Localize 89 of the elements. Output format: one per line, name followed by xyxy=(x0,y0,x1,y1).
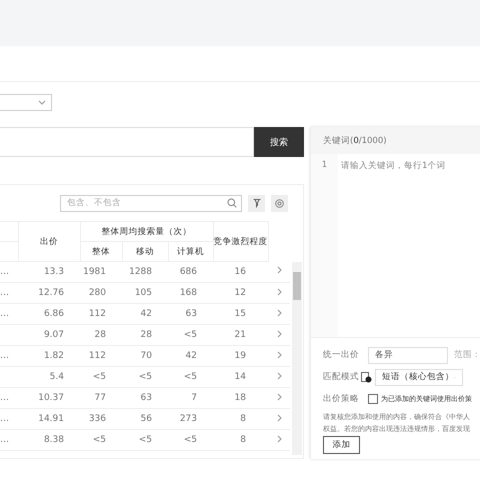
table-cell: <5 xyxy=(168,366,213,388)
field-label: 匹配模式 xyxy=(323,371,359,383)
table-cell: 8 xyxy=(213,408,268,430)
table-cell: 336 xyxy=(80,408,122,430)
bid-field[interactable]: 各异 xyxy=(368,346,448,364)
table-cell: 280 xyxy=(80,282,122,304)
checkbox[interactable] xyxy=(368,394,378,404)
table-cell: 7 xyxy=(168,388,213,408)
info-icon xyxy=(361,372,372,382)
keyword-cell: … xyxy=(0,288,9,298)
table-cell: 21 xyxy=(213,324,268,346)
keyword-editor[interactable]: 1 请输入关键词，每行1个词 xyxy=(311,154,480,338)
chevron-icon[interactable] xyxy=(276,392,282,400)
table-cell: 63 xyxy=(122,388,168,408)
add-button[interactable]: 添加 xyxy=(323,436,360,454)
table-cell: 19 xyxy=(213,346,268,366)
table-cell: <5 xyxy=(122,430,168,450)
table-cell: 10.37 xyxy=(18,388,80,408)
table-cell: 77 xyxy=(80,388,122,408)
table-cell: 6.86 xyxy=(18,304,80,324)
field-label: 出价策略 xyxy=(323,393,360,405)
table-cell: 70 xyxy=(122,346,168,366)
search-field[interactable] xyxy=(0,127,254,157)
table-cell: 1.82 xyxy=(18,346,80,366)
table-cell: 12 xyxy=(213,282,268,304)
match-dropdown[interactable]: 短语（核心包含） xyxy=(375,368,463,386)
field-label: 统一出价 xyxy=(323,349,360,361)
chevron-icon[interactable] xyxy=(276,372,282,380)
table-cell: 18 xyxy=(213,388,268,408)
chevron-icon[interactable] xyxy=(276,414,282,422)
table-cell: 1288 xyxy=(122,262,168,282)
filter-button[interactable] xyxy=(248,194,265,212)
table-cell: 8.38 xyxy=(18,430,80,450)
chevron-icon[interactable] xyxy=(276,308,282,316)
chevron-icon[interactable] xyxy=(276,434,282,442)
table-cell: 42 xyxy=(122,304,168,324)
table-cell: 105 xyxy=(122,282,168,304)
table-cell: 12.76 xyxy=(18,282,80,304)
funnel-icon xyxy=(252,198,260,208)
column-header: 整体 xyxy=(80,242,122,262)
table-cell: <5 xyxy=(80,366,122,388)
table-cell: 686 xyxy=(168,262,213,282)
settings-button[interactable] xyxy=(271,194,288,212)
chevron-icon[interactable] xyxy=(276,266,282,274)
keyword-cell: … xyxy=(0,435,9,445)
table-cell: 28 xyxy=(122,324,168,346)
keyword-cell: … xyxy=(0,351,9,361)
scrollbar[interactable] xyxy=(292,262,302,455)
table-cell: 16 xyxy=(213,262,268,282)
table-cell: 1981 xyxy=(80,262,122,282)
table-cell: 273 xyxy=(168,408,213,430)
table-cell: 14.91 xyxy=(18,408,80,430)
keyword-cell: … xyxy=(0,309,9,319)
line-number: 1 xyxy=(322,160,328,170)
table-cell: 13.3 xyxy=(18,262,80,282)
table-cell: 5.4 xyxy=(18,366,80,388)
table-cell: <5 xyxy=(168,324,213,346)
table-cell: <5 xyxy=(80,430,122,450)
column-header: 出价 xyxy=(18,222,80,262)
keyword-cell: … xyxy=(0,414,9,424)
chevron-icon[interactable] xyxy=(276,350,282,358)
chevron-icon[interactable] xyxy=(276,330,282,338)
table-cell: 9.07 xyxy=(18,324,80,346)
keyword-cell: … xyxy=(0,393,9,403)
table-cell: 8 xyxy=(213,430,268,450)
settings-icon xyxy=(275,198,284,208)
table-cell: 63 xyxy=(168,304,213,324)
table-cell: <5 xyxy=(168,430,213,450)
table-cell: 112 xyxy=(80,304,122,324)
table-cell: 14 xyxy=(213,366,268,388)
search-button[interactable]: 搜索 xyxy=(254,127,304,157)
chevron-icon[interactable] xyxy=(276,288,282,296)
table-cell: 56 xyxy=(122,408,168,430)
column-header: 竞争激烈程度 xyxy=(213,222,268,262)
search-icon xyxy=(227,198,237,208)
dropdown[interactable] xyxy=(0,94,52,111)
table-cell: <5 xyxy=(122,366,168,388)
table-cell: 168 xyxy=(168,282,213,304)
column-header: 移动 xyxy=(122,242,168,262)
table-cell: 28 xyxy=(80,324,122,346)
placeholder-text: 请输入关键词，每行1个词 xyxy=(341,161,446,171)
table-cell: 42 xyxy=(168,346,213,366)
column-header: 整体周均搜索量（次） xyxy=(80,222,213,242)
keyword-cell: … xyxy=(0,267,9,277)
table-cell: 112 xyxy=(80,346,122,366)
table-cell: 15 xyxy=(213,304,268,324)
range-label: 范围： xyxy=(454,349,480,361)
panel-title: 关键词(0/1000) xyxy=(323,134,387,146)
caret-icon xyxy=(38,100,46,105)
